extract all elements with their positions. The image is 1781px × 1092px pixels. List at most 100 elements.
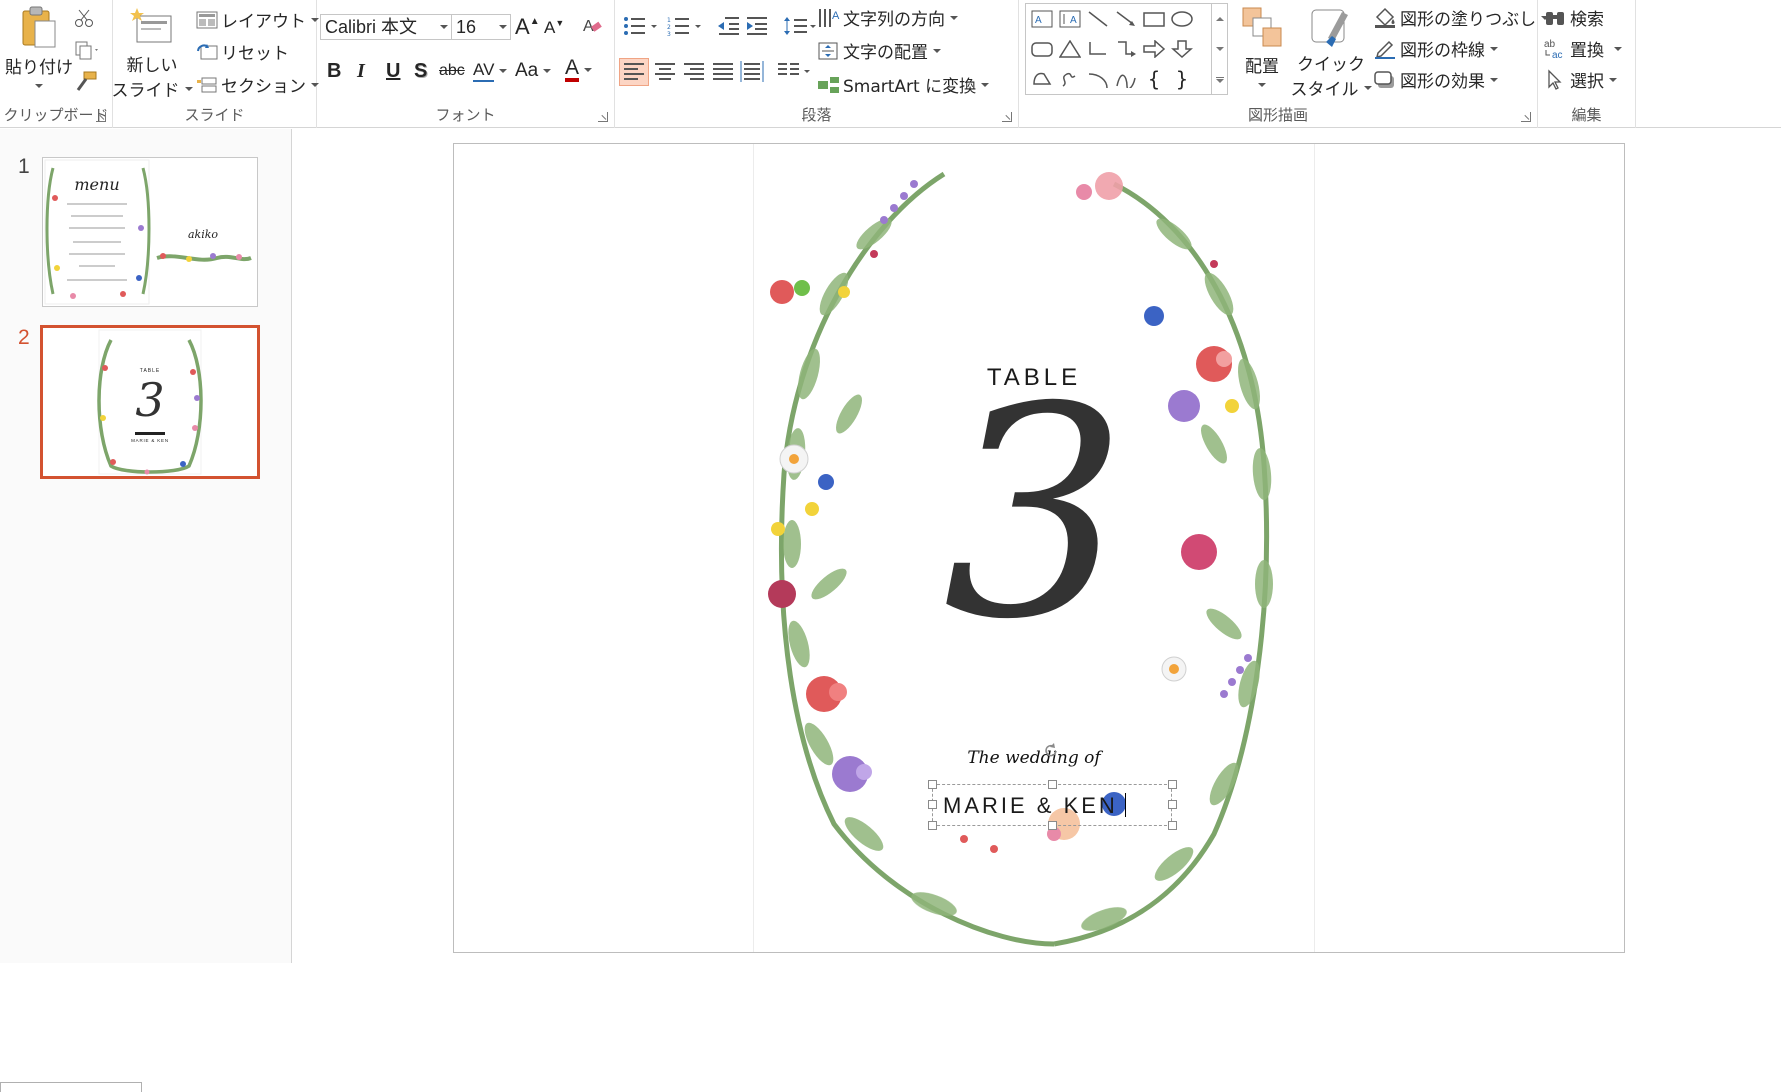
arc-shape-icon[interactable] (1084, 66, 1112, 92)
slide-thumbnail-2[interactable]: TABLE 3 MARIE & KEN (40, 325, 260, 479)
line-shape-icon[interactable] (1084, 6, 1112, 32)
section-button[interactable]: セクション (196, 72, 319, 97)
replace-button[interactable]: ab ac 置換 (1544, 36, 1622, 61)
distributed-icon[interactable] (738, 59, 766, 85)
shape-fill-button[interactable]: 図形の塗りつぶし (1373, 5, 1550, 30)
arrow-line-shape-icon[interactable] (1112, 6, 1140, 32)
decrease-indent-icon[interactable] (717, 16, 741, 36)
change-case-button[interactable]: Aa (515, 60, 552, 82)
cut-icon[interactable] (74, 8, 94, 28)
paste-button[interactable]: 貼り付け (4, 5, 74, 88)
font-size-dropdown-icon[interactable] (499, 25, 507, 29)
change-case-icon: Aa (515, 60, 539, 81)
font-name-dropdown-icon[interactable] (440, 25, 448, 29)
align-left-icon[interactable] (619, 58, 649, 86)
align-text-button[interactable]: 文字の配置 (817, 38, 941, 63)
text-box-shape-icon[interactable]: A (1028, 6, 1056, 32)
elbow-connector-shape-icon[interactable] (1084, 36, 1112, 62)
reset-button[interactable]: リセット (196, 39, 289, 64)
resize-handle-bottom-left[interactable] (928, 821, 937, 830)
text-direction-button[interactable]: A 文字列の方向 (817, 5, 958, 30)
gallery-more-icon[interactable] (1211, 64, 1227, 95)
find-button[interactable]: 検索 (1544, 5, 1604, 30)
quick-styles-button[interactable]: クイック スタイル (1291, 4, 1372, 100)
resize-handle-bottom-right[interactable] (1168, 821, 1177, 830)
slide-thumbnail-1[interactable]: menu akiko (42, 157, 258, 307)
resize-handle-bottom[interactable] (1048, 821, 1057, 830)
freeform-shape-icon[interactable] (1028, 66, 1056, 92)
new-slide-caret[interactable] (184, 86, 193, 91)
select-caret (1609, 77, 1617, 82)
font-launcher-icon[interactable] (598, 112, 608, 122)
resize-handle-top[interactable] (1048, 780, 1057, 789)
ribbon-home-tab: 貼り付け クリップボード 新しい スライド レイアウト リセット セクション ス… (0, 0, 1781, 128)
paragraph-launcher-icon[interactable] (1002, 112, 1012, 122)
quick-styles-caret (1363, 85, 1372, 90)
down-arrow-shape-icon[interactable] (1168, 36, 1196, 62)
vertical-text-box-shape-icon[interactable]: A (1056, 6, 1084, 32)
smartart-button[interactable]: SmartArt に変換 (817, 72, 990, 97)
right-brace-shape-icon[interactable]: } (1168, 66, 1196, 92)
right-arrow-shape-icon[interactable] (1140, 36, 1168, 62)
left-brace-shape-icon[interactable]: { (1140, 66, 1168, 92)
drawing-group-label: 図形描画 (1247, 106, 1308, 124)
rounded-rect-shape-icon[interactable] (1028, 36, 1056, 62)
shapes-gallery[interactable]: A A { } (1025, 3, 1228, 95)
font-name-combo[interactable]: Calibri 本文 (320, 14, 452, 40)
scribble-shape-icon[interactable] (1056, 66, 1084, 92)
justify-icon[interactable] (709, 59, 737, 85)
wedding-line-script[interactable]: The wedding of (934, 748, 1134, 768)
align-center-icon[interactable] (651, 59, 679, 85)
clear-formatting-icon[interactable]: A (581, 14, 603, 36)
table-numeral-graphic[interactable]: 3 (754, 144, 1316, 952)
italic-button[interactable]: I (357, 60, 365, 83)
line-spacing-icon[interactable] (783, 16, 817, 36)
shape-effects-button[interactable]: 図形の効果 (1373, 67, 1498, 92)
resize-handle-left[interactable] (928, 800, 937, 809)
triangle-shape-icon[interactable] (1056, 36, 1084, 62)
strikethrough-button[interactable]: abc (439, 62, 465, 80)
resize-handle-top-left[interactable] (928, 780, 937, 789)
gallery-scroll-down-icon[interactable] (1211, 34, 1227, 64)
shape-outline-button[interactable]: 図形の枠線 (1373, 36, 1498, 61)
char-spacing-button[interactable]: AV (473, 60, 508, 82)
slide-1-preview: menu akiko (43, 158, 257, 306)
oval-shape-icon[interactable] (1168, 6, 1196, 32)
increase-indent-icon[interactable] (745, 16, 769, 36)
resize-handle-right[interactable] (1168, 800, 1177, 809)
arrange-button[interactable]: 配置 (1232, 6, 1292, 87)
copy-icon[interactable] (74, 40, 100, 60)
names-text-box[interactable]: MARIE & KEN (932, 784, 1172, 826)
names-text[interactable]: MARIE & KEN (943, 793, 1118, 819)
select-button[interactable]: 選択 (1544, 67, 1617, 92)
font-size-combo[interactable]: 16 (451, 14, 511, 40)
align-right-icon[interactable] (680, 59, 708, 85)
bullets-icon[interactable] (623, 16, 659, 36)
rotate-handle-icon[interactable] (1042, 742, 1060, 760)
clipboard-launcher-icon[interactable] (96, 112, 106, 122)
grow-font-icon: A (515, 14, 530, 39)
paste-dropdown-caret[interactable] (35, 84, 43, 88)
paragraph-group: 123 A 文字列の方向 文字の配置 SmartArt に変換 段落 (615, 0, 1019, 128)
font-color-button[interactable]: A (565, 57, 593, 82)
bold-button[interactable]: B (327, 60, 341, 83)
format-painter-icon[interactable] (74, 70, 98, 92)
editing-group-label: 編集 (1571, 106, 1602, 124)
clipboard-group: 貼り付け クリップボード (0, 0, 113, 128)
shrink-font-button[interactable]: A ▼ (544, 18, 564, 38)
drawing-launcher-icon[interactable] (1521, 112, 1531, 122)
current-slide[interactable]: TABLE 3 The wedding of MARIE & KEN (453, 143, 1625, 953)
curve-shape-icon[interactable] (1112, 66, 1140, 92)
grow-font-button[interactable]: A ▲ (515, 14, 540, 40)
new-slide-button[interactable]: 新しい スライド (112, 6, 193, 101)
rectangle-shape-icon[interactable] (1140, 6, 1168, 32)
numbering-icon[interactable]: 123 (667, 16, 703, 38)
elbow-arrow-shape-icon[interactable] (1112, 36, 1140, 62)
resize-handle-top-right[interactable] (1168, 780, 1177, 789)
layout-button[interactable]: レイアウト (196, 7, 319, 32)
columns-icon[interactable] (775, 59, 813, 85)
underline-button[interactable]: U (386, 60, 400, 83)
svg-text:3: 3 (667, 31, 671, 36)
gallery-scroll-up-icon[interactable] (1211, 4, 1227, 34)
text-shadow-button[interactable]: S (414, 60, 427, 83)
